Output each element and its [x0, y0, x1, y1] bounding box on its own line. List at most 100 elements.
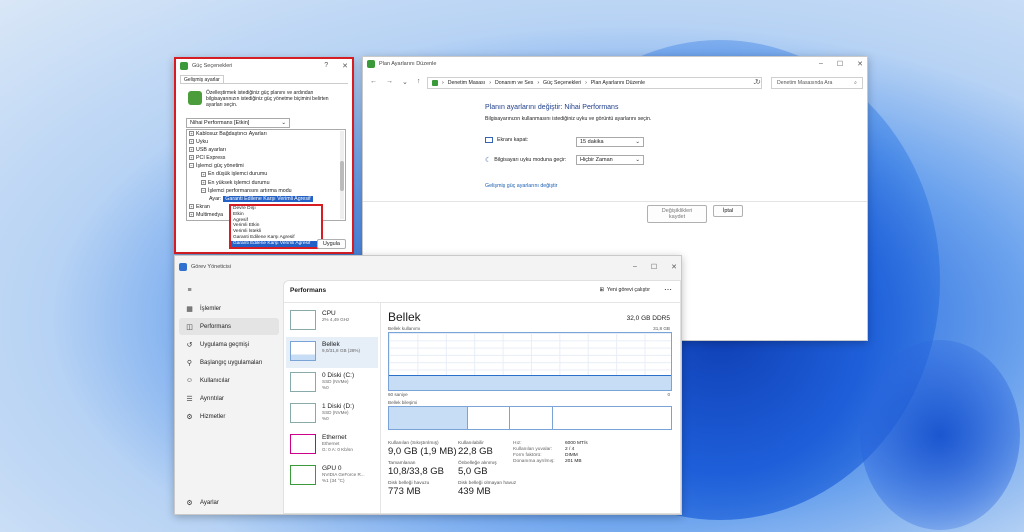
breadcrumb-item[interactable]: Donanım ve Ses — [495, 80, 533, 86]
more-options-icon[interactable]: ⋯ — [664, 285, 672, 294]
sleep-row: ☾ Bilgisayarı uyku moduna geçir: — [485, 156, 566, 164]
new-task-button[interactable]: ⊞ Yeni görevi çalıştır — [599, 287, 650, 293]
resource-item[interactable]: Bellek 9,0/31,8 GB (28%) — [286, 337, 378, 368]
up-arrow-icon[interactable]: ↑ — [417, 78, 421, 86]
resource-item[interactable]: 0 Diski (C:) SSD (NVMe) %0 — [286, 368, 378, 399]
nav-item-startup[interactable]: ⚲ Başlangıç uygulamaları — [179, 354, 279, 371]
tree-item-label: Kablosuz Bağdaştırıcı Ayarları — [196, 131, 267, 137]
resource-text: Ethernet Ethernet G: 0 A: 0 Kb/sn — [322, 434, 353, 452]
resource-item[interactable]: Ethernet Ethernet G: 0 A: 0 Kb/sn — [286, 430, 378, 461]
memory-total: 32,0 GB DDR5 — [626, 315, 670, 322]
task-manager-window: Görev Yöneticisi – ☐ ✕ ≡ ▦ İşlemler ◫ Perform… — [174, 255, 682, 515]
tree-item[interactable]: − İşlemci performansını artırma modu — [187, 187, 345, 195]
close-icon[interactable]: ✕ — [671, 263, 677, 271]
display-off-select[interactable]: 15 dakika ⌄ — [576, 137, 644, 147]
expand-toggle-icon[interactable]: + — [201, 179, 206, 185]
setting-select[interactable]: Garanti Edilene Karşı Verimli Agresif — [223, 195, 313, 202]
nav-item-history[interactable]: ↺ Uygulama geçmişi — [179, 336, 279, 353]
expand-toggle-icon[interactable]: + — [189, 139, 194, 145]
back-arrow-icon[interactable]: ← — [370, 78, 377, 86]
battery-plant-icon — [367, 60, 375, 68]
plan-select-value: Nihai Performans [Etkin] — [190, 120, 250, 126]
tree-item[interactable]: − İşlemci güç yönetimi — [187, 162, 345, 170]
memory-stat: Önbelleğe alınmış 5,0 GB — [458, 461, 518, 477]
expand-toggle-icon[interactable]: + — [189, 147, 194, 153]
minimize-icon[interactable]: – — [633, 263, 637, 271]
refresh-icon[interactable]: ↻ — [755, 78, 761, 86]
detail-key: Form faktörü: — [513, 453, 542, 458]
resource-item[interactable]: CPU 2% 4,49 GHz — [286, 306, 378, 337]
resource-item[interactable]: GPU 0 NVIDIA GeForce R... %1 (34 °C) — [286, 461, 378, 492]
usage-label: Bellek kullanımı — [388, 326, 421, 331]
recent-chevron-icon[interactable]: ⌄ — [402, 78, 408, 86]
taskmgr-nav: ≡ ▦ İşlemler ◫ Performans ↺ Uygulama geçmişi ⚲… — [175, 270, 283, 514]
sleep-select[interactable]: Hiçbir Zaman ⌄ — [576, 155, 644, 165]
expand-toggle-icon[interactable]: + — [201, 171, 206, 177]
nav-label: Başlangıç uygulamaları — [200, 359, 263, 366]
nav-item-services[interactable]: ⚙ Hizmetler — [179, 408, 279, 425]
expand-toggle-icon[interactable]: − — [189, 163, 194, 169]
tree-scrollbar[interactable] — [340, 131, 344, 219]
chevron-down-icon: ⌄ — [635, 157, 640, 163]
save-changes-button[interactable]: Değişiklikleri kaydet — [647, 205, 707, 223]
search-input[interactable]: Denetim Masasında Ara ⌕ — [771, 77, 863, 89]
nav-label: Performans — [200, 323, 232, 330]
breadcrumb-item[interactable]: Plan Ayarlarını Düzenle — [591, 80, 645, 86]
tree-item[interactable]: + PCI Express — [187, 154, 345, 162]
resource-sub: 9,0/31,8 GB (28%) — [322, 348, 361, 353]
minimize-icon[interactable]: – — [819, 60, 823, 68]
tree-item[interactable]: + Kablosuz Bağdaştırıcı Ayarları — [187, 130, 345, 138]
expand-toggle-icon[interactable]: + — [189, 212, 194, 218]
resource-text: 0 Diski (C:) SSD (NVMe) %0 — [322, 372, 354, 390]
memory-stats: Kullanılan (Sıkıştırılmış) 9,0 GB (1,9 MB… — [388, 441, 518, 497]
expand-toggle-icon[interactable]: − — [201, 187, 206, 193]
breadcrumb-separator: › — [489, 80, 491, 86]
tree-item[interactable]: + En düşük işlemci durumu — [187, 170, 345, 178]
expand-toggle-icon[interactable]: + — [189, 131, 194, 137]
breadcrumb-item[interactable]: Güç Seçenekleri — [543, 80, 581, 86]
maximize-icon[interactable]: ☐ — [651, 263, 657, 271]
moon-icon: ☾ — [485, 157, 492, 164]
maximize-icon[interactable]: ☐ — [837, 60, 843, 68]
tree-item[interactable]: + USB ayarları — [187, 146, 345, 154]
detail-value: 201 MB — [565, 459, 582, 464]
battery-plant-icon — [180, 62, 188, 70]
tree-item-label: En yüksek işlemci durumu — [208, 179, 270, 186]
cancel-button[interactable]: İptal — [713, 205, 743, 217]
gear-icon: ⚙ — [186, 499, 193, 507]
resource-item[interactable]: 1 Diski (D:) SSD (NVMe) %0 — [286, 399, 378, 430]
nav-item-users[interactable]: ☺ Kullanıcılar — [179, 372, 279, 389]
breadcrumb-item[interactable]: Denetim Masası — [448, 80, 485, 86]
nav-item-details[interactable]: ☰ Ayrıntılar — [179, 390, 279, 407]
nav-item-performance[interactable]: ◫ Performans — [179, 318, 279, 335]
hamburger-menu-icon[interactable]: ≡ — [179, 282, 279, 299]
wallpaper-bloom-2 — [860, 340, 1020, 530]
detail-key: Hız: — [513, 441, 522, 446]
setting-dropdown-list[interactable]: Devre Dışı Etkin Agresif Verimli Etkin Verim… — [229, 204, 323, 249]
sleep-label: Bilgisayarı uyku moduna geçir: — [494, 157, 567, 163]
monitor-icon — [485, 137, 493, 143]
chevron-down-icon: ⌄ — [635, 139, 640, 145]
forward-arrow-icon[interactable]: → — [386, 78, 393, 86]
advanced-settings-link[interactable]: Gelişmiş güç ayarlarını değiştir — [485, 183, 557, 189]
help-icon[interactable]: ? — [324, 62, 328, 70]
power-description: Özelleştirmek istediğiniz güç planını ve… — [206, 90, 329, 108]
dropdown-option[interactable]: Garanti Edilene Karşı Verimli Agresif — [231, 240, 321, 247]
tree-item[interactable]: + En yüksek işlemci durumu — [187, 179, 345, 187]
resource-text: Bellek 9,0/31,8 GB (28%) — [322, 341, 360, 354]
power-plan-icon — [188, 91, 202, 105]
resource-thumbnail — [290, 310, 316, 330]
power-options-window: Güç Seçenekleri ? ✕ Gelişmiş ayarlar Özel… — [174, 57, 354, 254]
address-bar[interactable]: › Denetim Masası › Donanım ve Ses › Güç Seçen… — [427, 77, 762, 89]
close-icon[interactable]: ✕ — [857, 60, 863, 68]
expand-toggle-icon[interactable]: + — [189, 155, 194, 161]
breadcrumb-separator: › — [537, 80, 540, 86]
nav-item-settings[interactable]: ⚙ Ayarlar — [179, 494, 219, 511]
memory-composition-bar — [388, 406, 672, 430]
close-icon[interactable]: ✕ — [342, 62, 348, 70]
expand-toggle-icon[interactable]: + — [189, 203, 194, 209]
tree-item[interactable]: + Uyku — [187, 138, 345, 146]
apply-button[interactable]: Uygula — [316, 239, 346, 249]
nav-item-grid[interactable]: ▦ İşlemler — [179, 300, 279, 317]
plan-select[interactable]: Nihai Performans [Etkin] ⌄ — [186, 118, 290, 128]
